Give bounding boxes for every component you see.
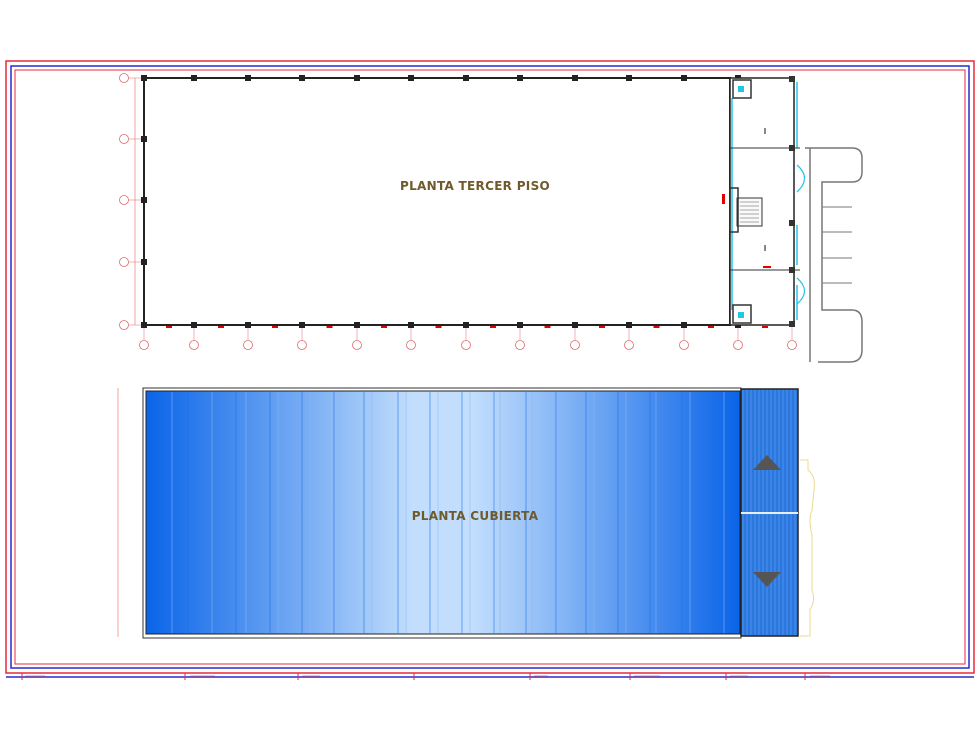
grid-bubble [733,340,743,350]
column-marker [354,75,360,81]
column-marker [572,75,578,81]
roof-title: PLANTA CUBIERTA [412,509,539,523]
grid-bubble [119,195,129,205]
column-marker [517,75,523,81]
column-marker [681,322,687,328]
column-marker [299,75,305,81]
column-marker [517,322,523,328]
grid-bubble [119,257,129,267]
dimension-tick [435,326,442,328]
roof-profile-outline [800,459,815,637]
door-swing-upper [796,164,806,193]
column-marker [191,322,197,328]
row-grid-bubbles [119,73,144,330]
column-marker [141,197,147,203]
dimension-tick [326,326,333,328]
grid-bubble [119,320,129,330]
column-grid-bubbles [139,327,797,350]
column-marker [141,322,147,328]
dimension-tick [599,326,605,328]
column-marker [408,322,414,328]
dimension-tick [544,326,551,328]
dimension-tick [762,326,768,328]
grid-bubble [139,340,149,350]
roof-plan: PLANTA CUBIERTA [117,387,815,639]
column-marker [572,322,578,328]
column-marker [408,75,414,81]
dimension-mark-vertical [722,194,725,204]
grid-bubble [189,340,199,350]
dimension-tick [653,326,660,328]
ramp-parking-outline [805,147,863,363]
dimension-tick [381,326,387,328]
column-marker [245,75,251,81]
grid-bubble [461,340,471,350]
dimension-tick [218,326,224,328]
dimension-tick [166,326,172,328]
column-marker [354,322,360,328]
third-floor-plan: PLANTA TERCER PISO [119,73,863,363]
column-marker [626,322,632,328]
grid-bubble [119,73,129,83]
grid-bubble [515,340,525,350]
grid-bubble [570,340,580,350]
drawing-sheet: PLANTA TERCER PISO PLANTA CUBIERTA [5,60,975,680]
fixture-top-icon [738,86,744,92]
door-swing-lower [796,277,806,305]
dimension-mark-horizontal [763,266,771,268]
third-floor-title: PLANTA TERCER PISO [400,179,550,193]
grid-bubble [352,340,362,350]
dimension-tick [272,326,278,328]
grid-bubble [243,340,253,350]
column-marker [463,75,469,81]
column-marker [681,75,687,81]
column-marker [141,75,147,81]
grid-bubble [787,340,797,350]
grid-bubble [119,134,129,144]
fixture-bottom-icon [738,312,744,318]
grid-bubble [679,340,689,350]
column-marker [141,136,147,142]
column-marker [141,259,147,265]
dimension-tick [708,326,714,328]
parking-stall-lines [822,206,852,284]
column-marker [626,75,632,81]
column-marker [463,322,469,328]
column-marker [245,322,251,328]
grid-bubble [406,340,416,350]
dimension-tick [490,326,496,328]
circulation-block [722,76,806,327]
grid-bubble [297,340,307,350]
main-hall-outline [143,77,731,326]
column-marker [191,75,197,81]
grid-bubble [624,340,634,350]
column-marker [299,322,305,328]
